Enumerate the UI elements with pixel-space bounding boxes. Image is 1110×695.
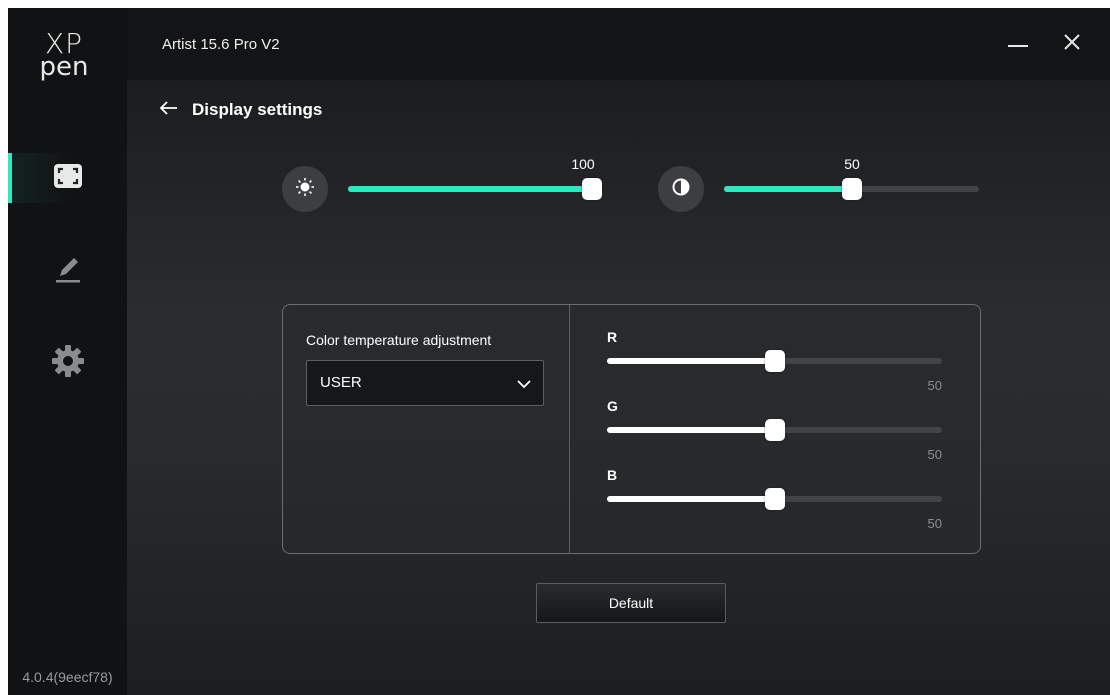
- app-window: XP pen 4.0.4(9eecf78) Artist 15.6 Pro V2…: [8, 8, 1110, 695]
- brightness-value: 100: [571, 156, 595, 172]
- close-button[interactable]: [1054, 28, 1090, 60]
- slider-fill: [348, 186, 592, 192]
- color-temperature-select[interactable]: USER: [306, 360, 544, 406]
- version-label: 4.0.4(9eecf78): [22, 669, 113, 685]
- brightness-icon: [295, 177, 315, 202]
- back-button[interactable]: Display settings: [159, 100, 323, 120]
- red-label: R: [607, 329, 618, 345]
- sidebar-item-settings[interactable]: [8, 338, 127, 388]
- slider-thumb[interactable]: [764, 419, 785, 441]
- slider-fill: [607, 358, 775, 364]
- pen-icon: [54, 254, 82, 289]
- slider-thumb[interactable]: [764, 488, 785, 510]
- chevron-down-icon: [517, 376, 531, 394]
- color-temperature-label: Color temperature adjustment: [306, 332, 492, 348]
- blue-slider[interactable]: [607, 488, 942, 510]
- gear-icon: [51, 344, 85, 383]
- slider-fill: [607, 496, 775, 502]
- contrast-slider[interactable]: [724, 178, 979, 200]
- page-title: Display settings: [192, 100, 323, 119]
- blue-label: B: [607, 467, 618, 483]
- minimize-icon: [1008, 35, 1028, 53]
- arrow-left-icon: [159, 100, 178, 120]
- brightness-slider[interactable]: [348, 178, 602, 200]
- xppen-logo: XP pen: [34, 30, 94, 90]
- slider-thumb[interactable]: [764, 350, 785, 372]
- logo-text-bottom: pen: [39, 52, 89, 82]
- minimize-button[interactable]: [1000, 28, 1036, 60]
- red-value: 50: [927, 378, 942, 393]
- slider-thumb[interactable]: [841, 178, 862, 200]
- contrast-value: 50: [844, 156, 860, 172]
- sidebar-item-display[interactable]: [8, 153, 127, 203]
- panel-divider: [569, 305, 570, 553]
- contrast-icon-badge: [658, 166, 704, 212]
- slider-fill: [724, 186, 852, 192]
- main-content: Artist 15.6 Pro V2 Display settings 100 …: [127, 8, 1110, 695]
- slider-fill: [607, 427, 775, 433]
- title-bar: Artist 15.6 Pro V2: [127, 8, 1110, 80]
- green-slider[interactable]: [607, 419, 942, 441]
- color-temperature-panel: Color temperature adjustment USER R 50 G: [282, 304, 981, 554]
- slider-thumb[interactable]: [582, 178, 602, 200]
- default-button[interactable]: Default: [536, 583, 726, 623]
- sidebar: XP pen 4.0.4(9eecf78): [8, 8, 127, 695]
- sidebar-item-pen[interactable]: [8, 246, 127, 296]
- blue-value: 50: [927, 516, 942, 531]
- green-label: G: [607, 398, 618, 414]
- red-slider[interactable]: [607, 350, 942, 372]
- window-title: Artist 15.6 Pro V2: [162, 36, 280, 53]
- select-value: USER: [320, 374, 362, 391]
- green-value: 50: [927, 447, 942, 462]
- contrast-icon: [672, 178, 690, 201]
- brightness-icon-badge: [282, 166, 328, 212]
- close-icon: [1064, 33, 1080, 55]
